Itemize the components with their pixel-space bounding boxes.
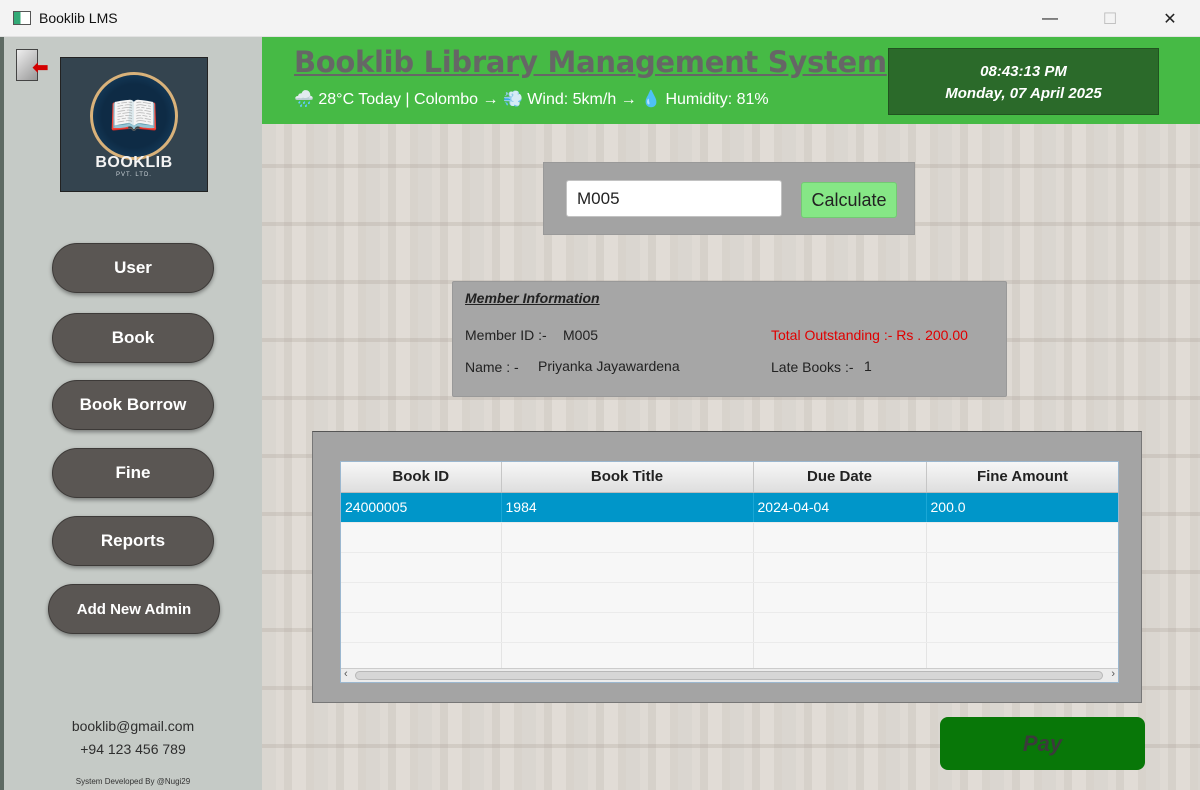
cell-book-id: 24000005 <box>341 492 502 523</box>
member-id-input[interactable] <box>566 180 782 217</box>
late-books-value: 1 <box>864 358 872 374</box>
clock-panel: 08:43:13 PM Monday, 07 April 2025 <box>888 48 1159 115</box>
window-title: Booklib LMS <box>39 10 118 26</box>
cell-book-title: 1984 <box>501 492 754 523</box>
scroll-left-icon[interactable]: ‹ <box>344 668 348 680</box>
maximize-button[interactable]: ☐ <box>1080 0 1140 37</box>
column-header-due-date[interactable]: Due Date <box>753 462 927 493</box>
member-id-value: M005 <box>563 327 599 343</box>
minimize-button[interactable]: — <box>1020 0 1080 37</box>
member-search-panel: Calculate <box>543 162 915 235</box>
nav-book-borrow-button[interactable]: Book Borrow <box>52 380 214 430</box>
clock-date: Monday, 07 April 2025 <box>945 85 1102 102</box>
column-header-book-title[interactable]: Book Title <box>501 462 754 493</box>
logout-icon[interactable]: ⬅ <box>16 49 52 83</box>
late-books-label: Late Books :- <box>771 359 854 375</box>
window-controls: — ☐ ✕ <box>1020 0 1200 37</box>
member-name-value: Priyanka Jayawardena <box>538 358 680 374</box>
window-titlebar: Booklib LMS — ☐ ✕ <box>0 0 1200 37</box>
empty-row <box>341 552 1118 583</box>
contact-phone: +94 123 456 789 <box>80 741 186 757</box>
total-outstanding: Total Outstanding :- Rs . 200.00 <box>771 327 968 343</box>
cell-fine-amount: 200.0 <box>926 492 1118 523</box>
nav-book-button[interactable]: Book <box>52 313 214 363</box>
app-icon <box>13 11 31 25</box>
fines-table[interactable]: Book ID Book Title Due Date Fine Amount … <box>340 461 1119 683</box>
horizontal-scrollbar[interactable]: ‹ › <box>341 668 1118 682</box>
table-header-row: Book ID Book Title Due Date Fine Amount <box>341 462 1118 493</box>
column-header-fine-amount[interactable]: Fine Amount <box>926 462 1118 493</box>
pay-button[interactable]: Pay <box>940 717 1145 770</box>
fines-table-panel: Book ID Book Title Due Date Fine Amount … <box>312 431 1142 703</box>
empty-row <box>341 612 1118 643</box>
header: Booklib Library Management System 🌧️ 28°… <box>262 37 1200 124</box>
empty-row <box>341 582 1118 613</box>
clock-time: 08:43:13 PM <box>980 63 1067 80</box>
weather-info: 🌧️ 28°C Today | Colombo → 💨 Wind: 5km/h … <box>294 91 769 108</box>
page-title: Booklib Library Management System <box>294 45 887 79</box>
cell-due-date: 2024-04-04 <box>753 492 927 523</box>
close-button[interactable]: ✕ <box>1140 0 1200 37</box>
member-info-panel: Member Information Member ID :- M005 Nam… <box>452 281 1007 397</box>
member-name-label: Name : - <box>465 359 519 375</box>
sidebar: ⬅ 📖 BOOKLIB PVT. LTD. User Book Book Bor… <box>0 37 262 790</box>
member-id-label: Member ID :- <box>465 327 547 343</box>
member-info-heading: Member Information <box>465 290 600 306</box>
calculate-button[interactable]: Calculate <box>801 182 897 218</box>
scrollbar-thumb[interactable] <box>355 671 1103 680</box>
booklib-logo: 📖 BOOKLIB PVT. LTD. <box>60 57 208 192</box>
column-header-book-id[interactable]: Book ID <box>341 462 502 493</box>
nav-user-button[interactable]: User <box>52 243 214 293</box>
logo-subtext: PVT. LTD. <box>116 171 152 178</box>
nav-fine-button[interactable]: Fine <box>52 448 214 498</box>
scroll-right-icon[interactable]: › <box>1111 668 1115 680</box>
empty-row <box>341 522 1118 553</box>
nav-add-new-admin-button[interactable]: Add New Admin <box>48 584 220 634</box>
nav-reports-button[interactable]: Reports <box>52 516 214 566</box>
developer-credit: System Developed By @Nugi29 <box>75 777 191 786</box>
book-emblem-icon: 📖 <box>90 71 178 160</box>
main-content: Calculate Member Information Member ID :… <box>262 124 1200 790</box>
contact-email: booklib@gmail.com <box>71 718 195 734</box>
logo-text: BOOKLIB <box>95 153 173 171</box>
table-row[interactable]: 24000005 1984 2024-04-04 200.0 <box>341 492 1118 523</box>
